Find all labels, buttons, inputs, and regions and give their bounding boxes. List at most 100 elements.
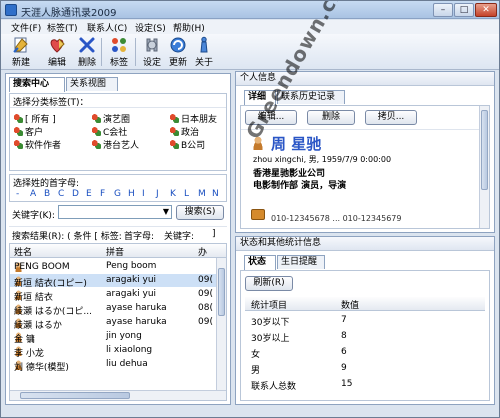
table-row: 女 6 [251, 347, 347, 360]
close-button[interactable]: ✕ [475, 3, 497, 17]
column-header-name[interactable]: 姓名 [14, 245, 32, 258]
delete-button[interactable]: 删除 [75, 36, 99, 68]
keyword-input[interactable]: ▼ [58, 205, 172, 219]
details-vertical-scrollbar[interactable] [479, 106, 489, 228]
letter-link[interactable]: M [198, 189, 206, 199]
table-row[interactable]: PENG BOOM Peng boom [10, 260, 226, 273]
minimize-button[interactable]: – [433, 3, 453, 17]
column-header-item[interactable]: 统计项目 [251, 298, 287, 311]
toolbar-separator [101, 38, 102, 66]
menu-settings[interactable]: 设定(S) [135, 21, 166, 34]
edit-button[interactable]: 编辑 [45, 36, 69, 68]
column-header-pinyin[interactable]: 拼音 [106, 245, 124, 258]
results-horizontal-scrollbar[interactable] [10, 390, 226, 400]
tab-search-center[interactable]: 搜索中心 [9, 77, 65, 92]
letter-link[interactable]: B [44, 189, 50, 199]
tag-item[interactable]: 政治 [170, 125, 199, 138]
result-initial-label: 首字母: [124, 232, 155, 242]
search-panel: 搜索中心 关系视图 选择分类标签(T)： [ 所有 ] 演艺圈 日本朋友 客户 … [5, 73, 231, 405]
tab-status[interactable]: 状态 [244, 255, 276, 270]
maximize-button[interactable]: □ [454, 3, 474, 17]
contact-name: 周 星驰 [271, 135, 322, 153]
table-row: 30岁以下 7 [251, 315, 347, 328]
menu-bar: 文件(F) 标签(T) 联系人(C) 设定(S) 帮助(H) [1, 20, 499, 34]
stats-panel: 状态和其他统计信息 状态 生日提醒 刷新(R) 统计项目 数值 30岁以下 7 … [235, 236, 495, 405]
table-row[interactable]: 新垣 結衣(コピー) aragaki yui 09( [10, 274, 226, 289]
letter-link[interactable]: J [156, 189, 159, 199]
about-icon [200, 36, 208, 53]
settings-button[interactable]: 设定 [140, 36, 164, 68]
menu-file[interactable]: 文件(F) [11, 21, 41, 34]
table-row: 男 9 [251, 363, 347, 376]
tab-relation-view[interactable]: 关系视图 [66, 77, 118, 91]
stats-content: 刷新(R) 统计项目 数值 30岁以下 7 30岁以上 8 女 6 男 9 联系… [240, 270, 490, 401]
table-row[interactable]: 新垣 結衣 aragaki yui 09( [10, 288, 226, 303]
edit-icon [50, 38, 65, 53]
about-button[interactable]: 关于 [192, 36, 216, 68]
menu-contact[interactable]: 联系人(C) [87, 21, 127, 34]
letter-link[interactable]: L [184, 189, 189, 199]
letter-link[interactable]: N [212, 189, 219, 199]
tag-item[interactable]: 客户 [14, 125, 43, 138]
result-close-bracket: ] [212, 229, 216, 239]
tag-item[interactable]: [ 所有 ] [14, 112, 56, 125]
contact-phone: 010-12345678 ... 010-12345679 [271, 214, 402, 223]
letter-link[interactable]: D [72, 189, 79, 199]
results-vertical-scrollbar[interactable] [216, 258, 226, 392]
chevron-down-icon[interactable]: ▼ [163, 206, 169, 218]
letter-link[interactable]: A [30, 189, 36, 199]
letter-link[interactable]: F [100, 189, 105, 199]
letter-link[interactable]: C [58, 189, 64, 199]
results-header: 姓名 拼音 办 [10, 244, 226, 258]
main-window: 天涯人脉通讯录2009 – □ ✕ 文件(F) 标签(T) 联系人(C) 设定(… [0, 0, 500, 418]
refresh-button[interactable]: 刷新(R) [245, 276, 293, 291]
tag-item[interactable]: 日本朋友 [170, 112, 217, 125]
tag-item[interactable]: 港台艺人 [92, 138, 139, 151]
status-bar [1, 407, 499, 417]
table-row[interactable]: 刘 德华(模型) liu dehua [10, 358, 226, 373]
table-row[interactable]: 綾瀬 はるか ayase haruka 09( [10, 316, 226, 331]
result-keyword-label: 关键字: [164, 232, 195, 242]
initial-section: 选择姓的首字母: - A B C D E F G H I J K L M N [9, 174, 227, 202]
tag-icon [112, 38, 126, 52]
column-header-value[interactable]: 数值 [341, 298, 359, 311]
tag-item[interactable]: 软件作者 [14, 138, 61, 151]
letter-link[interactable]: H [128, 189, 135, 199]
table-row[interactable]: 金 镛 jin yong [10, 330, 226, 345]
tag-item[interactable]: B公司 [170, 138, 205, 151]
column-header-office[interactable]: 办 [198, 245, 207, 258]
tag-button[interactable]: 标签 [107, 36, 131, 68]
new-icon [13, 37, 28, 53]
category-section: 选择分类标签(T)： [ 所有 ] 演艺圈 日本朋友 客户 C会社 政治 软件作… [9, 93, 227, 171]
menu-tag[interactable]: 标签(T) [47, 21, 78, 34]
search-button[interactable]: 搜索(S) [176, 205, 224, 220]
letter-link[interactable]: K [170, 189, 176, 199]
tab-birthday-reminder[interactable]: 生日提醒 [277, 255, 325, 269]
tag-item[interactable]: C会社 [92, 125, 127, 138]
update-button[interactable]: 更新 [166, 36, 190, 68]
scrollbar-thumb[interactable] [218, 268, 225, 316]
stats-table: 统计项目 数值 30岁以下 7 30岁以上 8 女 6 男 9 联系人总数 15 [245, 297, 485, 397]
letter-link[interactable]: - [16, 189, 19, 199]
update-icon [170, 37, 186, 53]
app-icon [5, 4, 17, 16]
delete-contact-button[interactable]: 删除 [307, 110, 355, 125]
new-button[interactable]: 新建 [9, 36, 33, 68]
letter-link[interactable]: E [86, 189, 92, 199]
copy-contact-button[interactable]: 拷贝... [365, 110, 417, 125]
table-row[interactable]: 綾瀬 はるか(コピ... ayase haruka 08( [10, 302, 226, 317]
menu-help[interactable]: 帮助(H) [173, 21, 205, 34]
tag-item[interactable]: 演艺圈 [92, 112, 130, 125]
letter-link[interactable]: G [114, 189, 121, 199]
result-label: 搜索结果(R): ( 条件 [ 标签: [12, 232, 122, 242]
scrollbar-thumb[interactable] [481, 110, 488, 190]
stats-header: 统计项目 数值 [245, 297, 485, 311]
scrollbar-thumb[interactable] [20, 392, 130, 399]
briefcase-icon [251, 209, 265, 220]
gear-icon [146, 38, 158, 52]
table-row: 30岁以上 8 [251, 331, 347, 344]
letter-link[interactable]: I [142, 189, 145, 199]
divider [241, 129, 481, 130]
table-row[interactable]: 李 小龙 li xiaolong [10, 344, 226, 359]
table-row: 联系人总数 15 [251, 379, 353, 392]
